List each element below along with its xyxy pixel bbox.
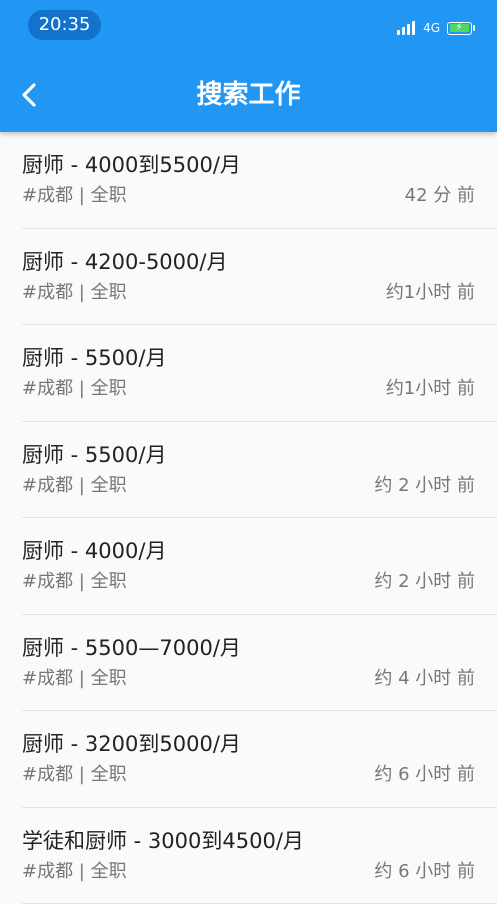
job-title: 厨师 - 4200-5000/月 xyxy=(22,247,227,277)
job-posted-time: 约 2 小时 前 xyxy=(374,569,475,595)
job-list-item[interactable]: 厨师 - 4000/月 #成都 | 全职 约 2 小时 前 xyxy=(0,518,497,615)
job-list-item[interactable]: 厨师 - 5500/月 #成都 | 全职 约 2 小时 前 xyxy=(0,422,497,519)
job-list-item[interactable]: 学徒和厨师 - 3000到4500/月 #成都 | 全职 约 6 小时 前 xyxy=(0,808,497,904)
job-list-item[interactable]: 厨师 - 5500—7000/月 #成都 | 全职 约 4 小时 前 xyxy=(0,615,497,712)
job-posted-time: 约 6 小时 前 xyxy=(374,859,475,885)
job-posted-time: 约 2 小时 前 xyxy=(374,473,475,499)
job-title: 厨师 - 4000到5500/月 xyxy=(22,150,241,180)
job-list-item[interactable]: 厨师 - 4000到5500/月 #成都 | 全职 42 分 前 xyxy=(0,132,497,229)
job-posted-time: 42 分 前 xyxy=(405,183,475,209)
signal-icon xyxy=(397,21,415,35)
job-location-type: #成都 | 全职 xyxy=(22,280,127,306)
job-title: 厨师 - 5500/月 xyxy=(22,440,166,470)
job-location-type: #成都 | 全职 xyxy=(22,762,127,788)
job-posted-time: 约 6 小时 前 xyxy=(374,762,475,788)
job-title: 学徒和厨师 - 3000到4500/月 xyxy=(22,826,304,856)
status-bar: 20:35 4G ⚡ xyxy=(0,0,497,52)
job-location-type: #成都 | 全职 xyxy=(22,569,127,595)
job-location-type: #成都 | 全职 xyxy=(22,376,127,402)
job-posted-time: 约1小时 前 xyxy=(386,376,475,402)
job-location-type: #成都 | 全职 xyxy=(22,473,127,499)
job-title: 厨师 - 4000/月 xyxy=(22,536,166,566)
job-title: 厨师 - 5500/月 xyxy=(22,343,166,373)
app-bar: 20:35 4G ⚡ 搜索工作 xyxy=(0,0,497,132)
job-posted-time: 约1小时 前 xyxy=(386,280,475,306)
job-list-item[interactable]: 厨师 - 5500/月 #成都 | 全职 约1小时 前 xyxy=(0,325,497,422)
job-location-type: #成都 | 全职 xyxy=(22,183,127,209)
job-list: 厨师 - 4000到5500/月 #成都 | 全职 42 分 前 厨师 - 42… xyxy=(0,132,497,904)
page-title: 搜索工作 xyxy=(0,75,497,115)
status-time: 20:35 xyxy=(28,10,101,40)
network-type: 4G xyxy=(423,21,440,35)
job-posted-time: 约 4 小时 前 xyxy=(374,666,475,692)
status-indicators: 4G ⚡ xyxy=(397,18,475,38)
job-list-item[interactable]: 厨师 - 3200到5000/月 #成都 | 全职 约 6 小时 前 xyxy=(0,711,497,808)
job-title: 厨师 - 3200到5000/月 xyxy=(22,729,241,759)
job-location-type: #成都 | 全职 xyxy=(22,666,127,692)
battery-tip xyxy=(473,25,475,31)
battery-icon: ⚡ xyxy=(447,22,472,35)
job-list-item[interactable]: 厨师 - 4200-5000/月 #成都 | 全职 约1小时 前 xyxy=(0,229,497,326)
job-location-type: #成都 | 全职 xyxy=(22,859,127,885)
job-title: 厨师 - 5500—7000/月 xyxy=(22,633,241,663)
